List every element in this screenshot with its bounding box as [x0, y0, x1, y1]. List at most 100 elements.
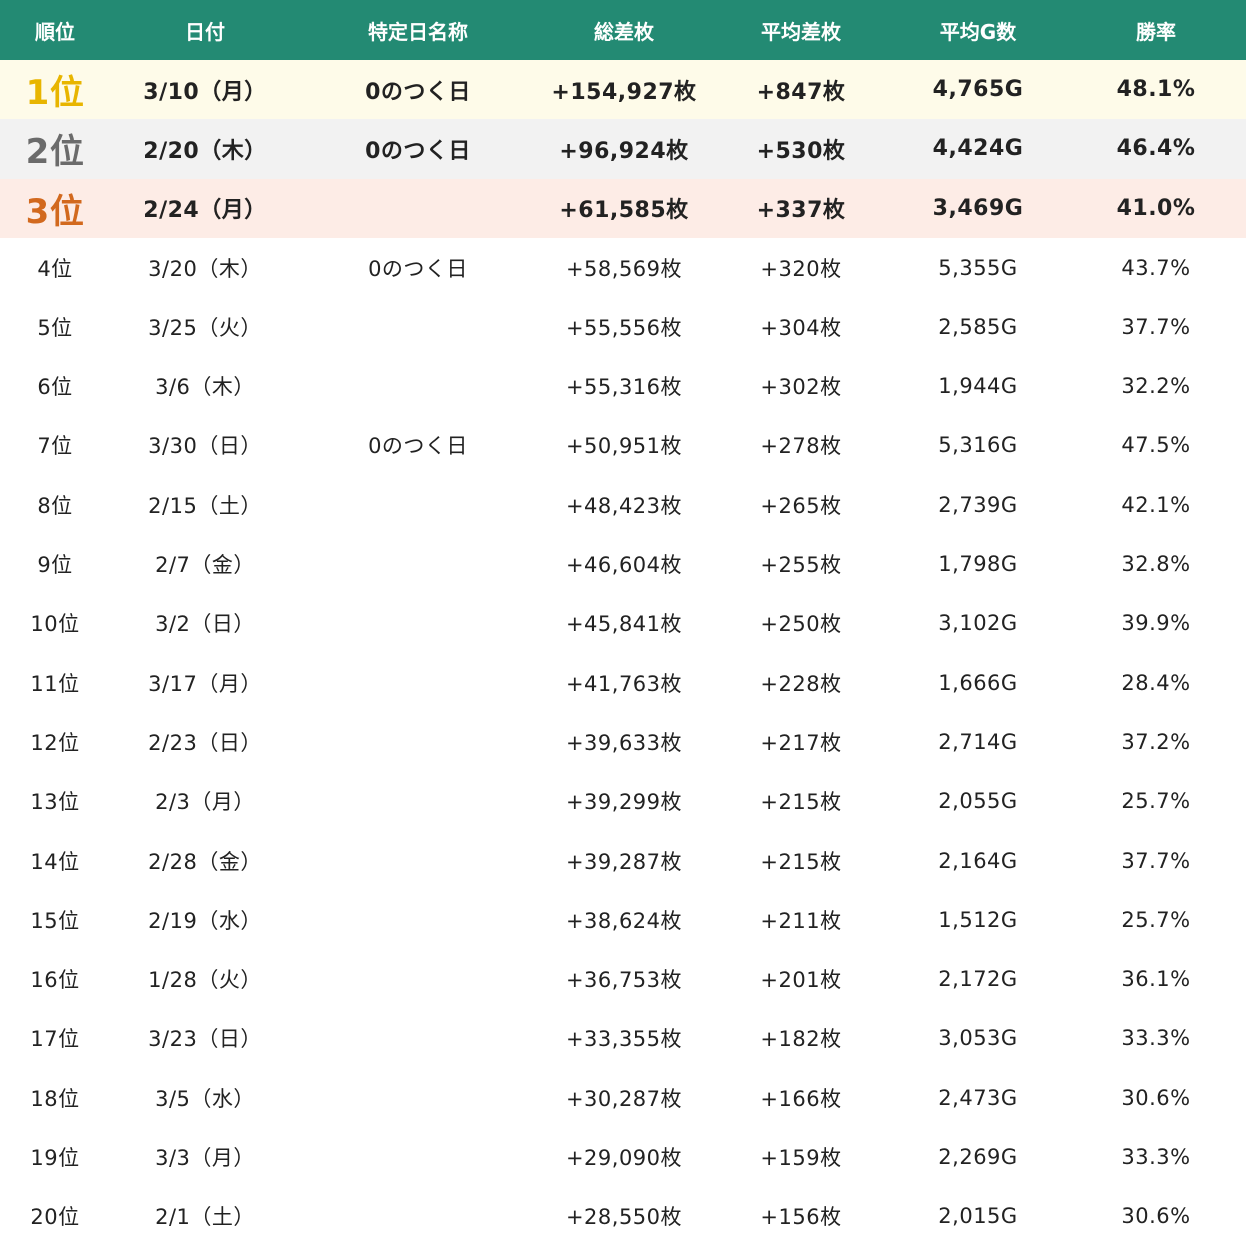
total-diff-cell: +39,287枚: [565, 849, 683, 874]
table-row: 7位 3/30（日） 0のつく日 +50,951枚 +278枚 5,316G 47.5%: [0, 416, 1246, 475]
rank-cell: 14位: [30, 849, 80, 874]
avg-diff-cell: +211枚: [760, 908, 842, 933]
win-rate-cell: 46.4%: [1116, 136, 1196, 162]
win-rate-cell: 41.0%: [1116, 195, 1196, 221]
win-rate-cell: 39.9%: [1121, 611, 1191, 636]
avg-diff-cell: +217枚: [760, 730, 842, 755]
date-cell: 2/15（土）: [148, 493, 262, 518]
total-diff-cell: +41,763枚: [565, 671, 683, 696]
table-row: 10位 3/2（日） +45,841枚 +250枚 3,102G 39.9%: [0, 594, 1246, 653]
win-rate-cell: 25.7%: [1121, 907, 1191, 932]
special-day-name-cell: [300, 1187, 536, 1246]
table-row: 11位 3/17（月） +41,763枚 +228枚 1,666G 28.4%: [0, 653, 1246, 712]
date-cell: 3/20（木）: [148, 256, 262, 281]
avg-diff-cell: +265枚: [760, 493, 842, 518]
win-rate-cell: 47.5%: [1121, 433, 1191, 458]
special-day-name-cell: [300, 772, 536, 831]
rank-cell: 7位: [37, 434, 73, 459]
avg-games-cell: 2,714G: [938, 729, 1018, 754]
avg-diff-cell: +166枚: [760, 1086, 842, 1111]
header-avg-diff[interactable]: 平均差枚: [712, 0, 890, 60]
avg-games-cell: 1,666G: [938, 670, 1018, 695]
rank-cell: 16位: [30, 968, 80, 993]
special-day-name-cell: [300, 1127, 536, 1186]
avg-games-cell: 3,102G: [938, 611, 1018, 636]
win-rate-cell: 37.7%: [1121, 314, 1191, 339]
rank-cell: 19位: [30, 1145, 80, 1170]
win-rate-cell: 32.2%: [1121, 374, 1191, 399]
date-cell: 2/1（土）: [155, 1205, 255, 1230]
total-diff-cell: +55,556枚: [565, 315, 683, 340]
header-total-diff[interactable]: 総差枚: [536, 0, 712, 60]
rank-cell: 1位: [25, 73, 85, 114]
date-cell: 3/17（月）: [148, 671, 262, 696]
date-cell: 2/23（日）: [148, 730, 262, 755]
header-win-rate[interactable]: 勝率: [1066, 0, 1246, 60]
rank-cell: 2位: [25, 132, 85, 173]
avg-diff-cell: +201枚: [760, 968, 842, 993]
avg-games-cell: 2,585G: [938, 314, 1018, 339]
avg-diff-cell: +215枚: [760, 849, 842, 874]
header-avg-games[interactable]: 平均G数: [890, 0, 1066, 60]
win-rate-cell: 28.4%: [1121, 670, 1191, 695]
avg-games-cell: 2,473G: [938, 1085, 1018, 1110]
avg-games-cell: 1,512G: [938, 907, 1018, 932]
table-row: 17位 3/23（日） +33,355枚 +182枚 3,053G 33.3%: [0, 1009, 1246, 1068]
special-day-name-cell: [300, 653, 536, 712]
avg-diff-cell: +228枚: [760, 671, 842, 696]
avg-diff-cell: +304枚: [760, 315, 842, 340]
rank-cell: 13位: [30, 790, 80, 815]
header-rank[interactable]: 順位: [0, 0, 110, 60]
special-day-name-cell: 0のつく日: [368, 434, 468, 459]
table-row: 16位 1/28（火） +36,753枚 +201枚 2,172G 36.1%: [0, 949, 1246, 1008]
rank-cell: 20位: [30, 1205, 80, 1230]
avg-games-cell: 1,944G: [938, 374, 1018, 399]
date-cell: 3/6（木）: [155, 375, 255, 400]
total-diff-cell: +45,841枚: [565, 612, 683, 637]
rank-cell: 17位: [30, 1027, 80, 1052]
total-diff-cell: +55,316枚: [565, 375, 683, 400]
win-rate-cell: 30.6%: [1121, 1204, 1191, 1229]
special-day-name-cell: [300, 712, 536, 771]
header-date[interactable]: 日付: [110, 0, 300, 60]
avg-diff-cell: +530枚: [756, 138, 846, 164]
special-day-name-cell: [300, 356, 536, 415]
table-row: 13位 2/3（月） +39,299枚 +215枚 2,055G 25.7%: [0, 772, 1246, 831]
table-row: 15位 2/19（水） +38,624枚 +211枚 1,512G 25.7%: [0, 890, 1246, 949]
total-diff-cell: +33,355枚: [565, 1027, 683, 1052]
date-cell: 3/5（水）: [155, 1086, 255, 1111]
rank-cell: 15位: [30, 908, 80, 933]
avg-diff-cell: +302枚: [760, 375, 842, 400]
special-day-name-cell: [300, 534, 536, 593]
avg-diff-cell: +337枚: [756, 198, 846, 224]
date-cell: 3/3（月）: [155, 1145, 255, 1170]
rank-cell: 6位: [37, 375, 73, 400]
date-cell: 2/7（金）: [155, 553, 255, 578]
avg-diff-cell: +255枚: [760, 553, 842, 578]
table-row: 1位 3/10（月） 0のつく日 +154,927枚 +847枚 4,765G 48.1%: [0, 60, 1246, 120]
avg-games-cell: 5,355G: [938, 255, 1018, 280]
header-special-day-name[interactable]: 特定日名称: [300, 0, 536, 60]
date-cell: 2/3（月）: [155, 790, 255, 815]
avg-diff-cell: +278枚: [760, 434, 842, 459]
avg-games-cell: 2,739G: [938, 492, 1018, 517]
avg-games-cell: 4,424G: [932, 136, 1024, 162]
table-row: 12位 2/23（日） +39,633枚 +217枚 2,714G 37.2%: [0, 712, 1246, 771]
rank-cell: 10位: [30, 612, 80, 637]
avg-diff-cell: +847枚: [756, 79, 846, 105]
total-diff-cell: +39,633枚: [565, 730, 683, 755]
avg-diff-cell: +250枚: [760, 612, 842, 637]
date-cell: 3/2（日）: [155, 612, 255, 637]
total-diff-cell: +39,299枚: [565, 790, 683, 815]
total-diff-cell: +29,090枚: [565, 1145, 683, 1170]
rank-cell: 3位: [25, 191, 85, 232]
win-rate-cell: 43.7%: [1121, 255, 1191, 280]
date-cell: 3/30（日）: [148, 434, 262, 459]
win-rate-cell: 42.1%: [1121, 492, 1191, 517]
date-cell: 3/25（火）: [148, 315, 262, 340]
date-cell: 2/20（木）: [143, 138, 267, 164]
win-rate-cell: 25.7%: [1121, 789, 1191, 814]
avg-games-cell: 4,765G: [932, 77, 1024, 103]
win-rate-cell: 36.1%: [1121, 967, 1191, 992]
table-row: 8位 2/15（土） +48,423枚 +265枚 2,739G 42.1%: [0, 475, 1246, 534]
